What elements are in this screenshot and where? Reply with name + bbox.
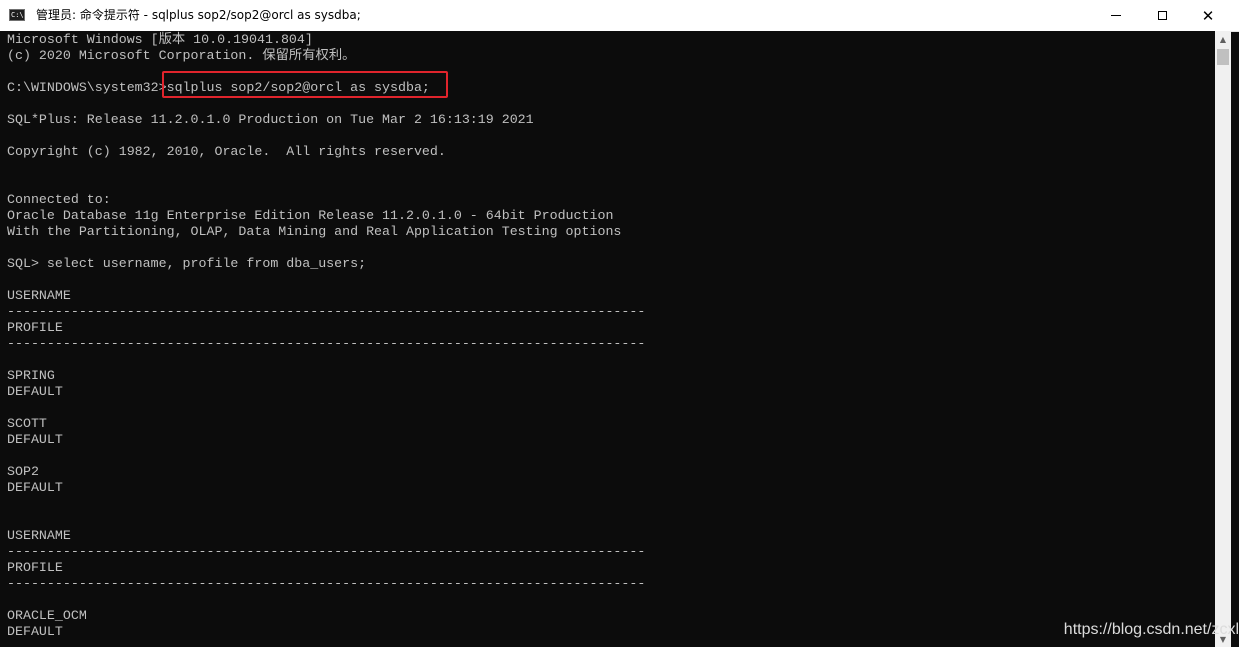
scrollbar-thumb[interactable] (1217, 49, 1229, 65)
console-line: DEFAULT (7, 480, 63, 495)
maximize-icon (1157, 11, 1167, 20)
title-bar[interactable]: C:\ 管理员: 命令提示符 - sqlplus sop2/sop2@orcl … (0, 0, 1239, 32)
highlight-box (162, 71, 448, 98)
close-button[interactable]: ✕ (1185, 0, 1231, 31)
watermark: https://blog.csdn.net/zcxl (1063, 621, 1239, 638)
console-line: SCOTT (7, 416, 47, 431)
console-output[interactable]: Microsoft Windows [版本 10.0.19041.804] (c)… (0, 31, 1215, 647)
console-line: DEFAULT (7, 384, 63, 399)
console-line: SQL*Plus: Release 11.2.0.1.0 Production … (7, 112, 534, 127)
console-line: SPRING (7, 368, 55, 383)
console-line: Oracle Database 11g Enterprise Edition R… (7, 208, 614, 223)
console-line: ----------------------------------------… (7, 304, 646, 319)
cmd-icon: C:\ (9, 9, 25, 21)
console-line: ----------------------------------------… (7, 576, 646, 591)
minimize-icon (1111, 15, 1121, 16)
console-line: USERNAME (7, 528, 71, 543)
console-line: DEFAULT (7, 624, 63, 639)
maximize-button[interactable] (1139, 0, 1185, 31)
console-line: PROFILE (7, 560, 63, 575)
console-line: SOP2 (7, 464, 39, 479)
console-line: ORACLE_OCM (7, 608, 87, 623)
console-line: With the Partitioning, OLAP, Data Mining… (7, 224, 622, 239)
console-line: DEFAULT (7, 432, 63, 447)
console-line: SQL> select username, profile from dba_u… (7, 256, 367, 271)
console-line: USERNAME (7, 288, 71, 303)
close-icon: ✕ (1201, 6, 1215, 25)
console-line: (c) 2020 Microsoft Corporation. 保留所有权利。 (7, 48, 356, 63)
minimize-button[interactable] (1093, 0, 1139, 31)
console-line: ----------------------------------------… (7, 544, 646, 559)
console-line: Copyright (c) 1982, 2010, Oracle. All ri… (7, 144, 446, 159)
command-prompt-window: C:\ 管理员: 命令提示符 - sqlplus sop2/sop2@orcl … (0, 0, 1239, 647)
vertical-scrollbar[interactable]: ▲ ▼ (1215, 31, 1231, 647)
scroll-up-icon[interactable]: ▲ (1215, 31, 1231, 47)
console-line: Connected to: (7, 192, 111, 207)
console-line: ----------------------------------------… (7, 336, 646, 351)
console-line: PROFILE (7, 320, 63, 335)
window-title: 管理员: 命令提示符 - sqlplus sop2/sop2@orcl as s… (36, 8, 361, 22)
console-line: Microsoft Windows [版本 10.0.19041.804] (7, 32, 313, 47)
